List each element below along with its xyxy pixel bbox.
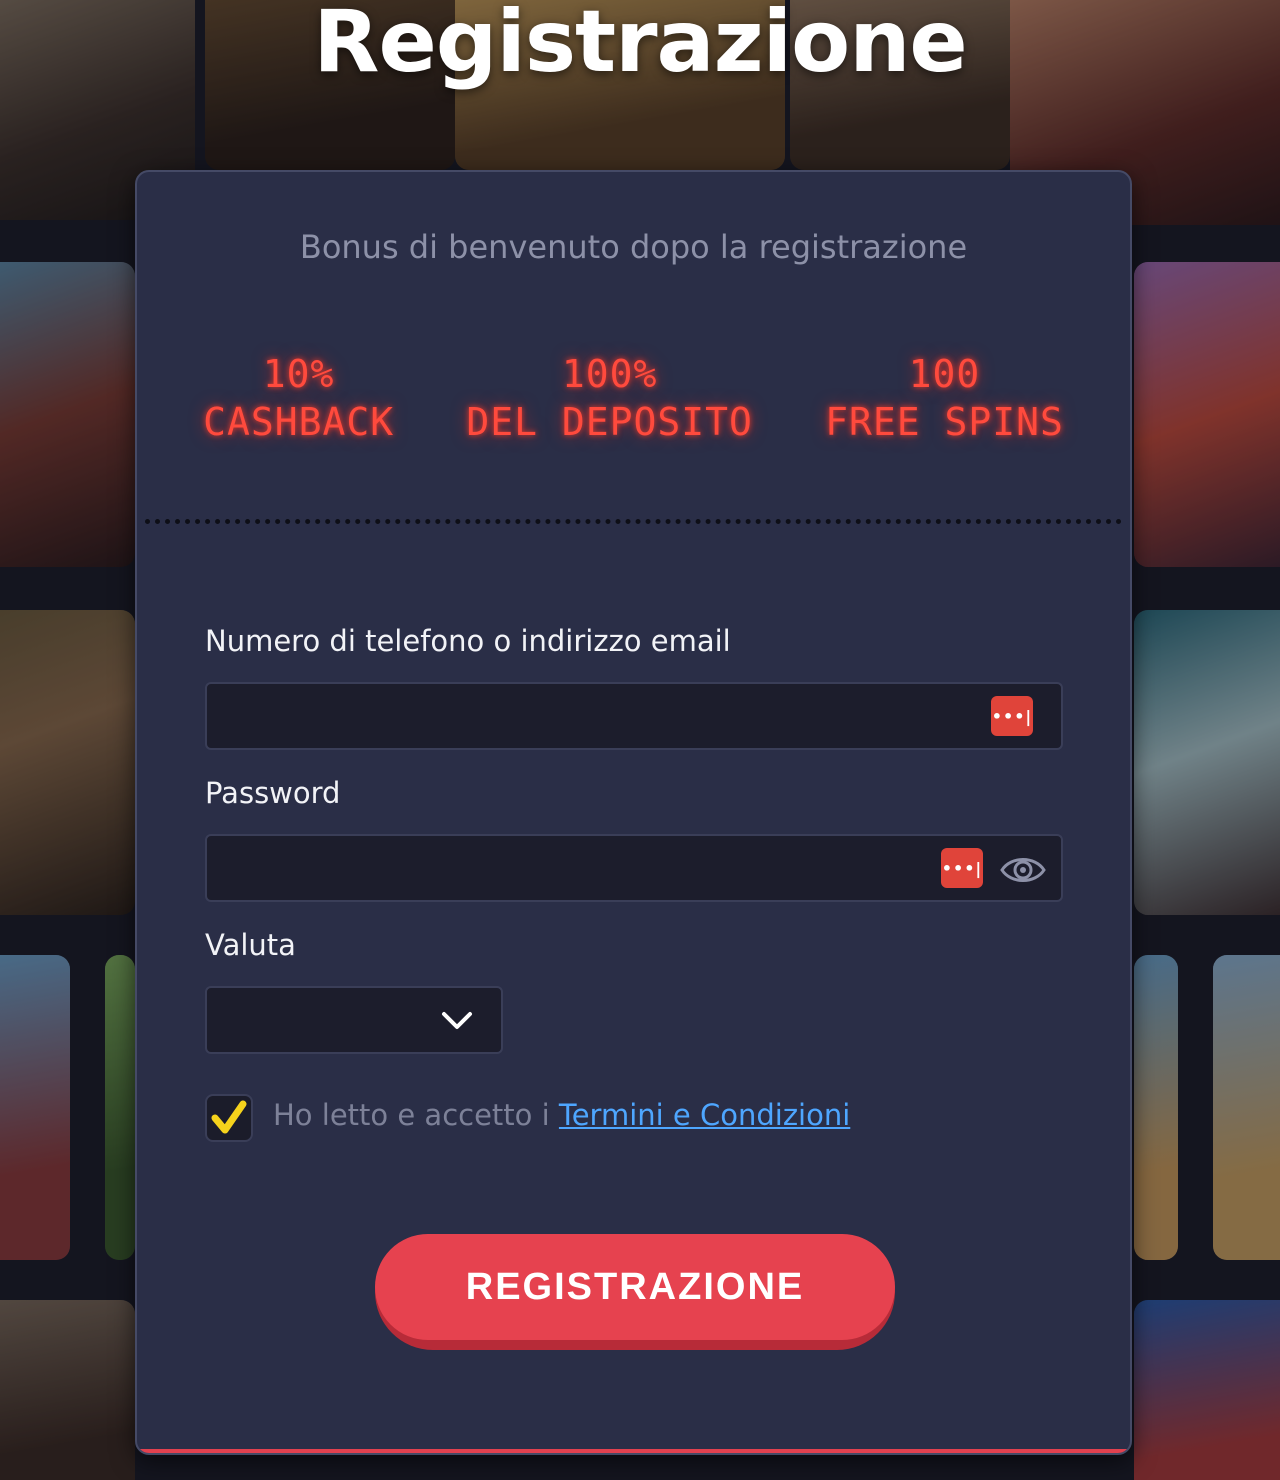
terms-conditions-link[interactable]: Termini e Condizioni <box>559 1098 850 1132</box>
dotted-divider <box>145 519 1122 524</box>
bonus-intro-text: Bonus di benvenuto dopo la registrazione <box>299 228 968 266</box>
offer-deposit: 100% DEL DEPOSITO <box>466 350 753 446</box>
bonus-offers: 10% CASHBACK 100% DEL DEPOSITO 100 FREE … <box>137 350 1130 446</box>
offer-free-spins: 100 FREE SPINS <box>825 350 1064 446</box>
password-manager-icon[interactable]: •••| <box>941 848 983 888</box>
offer-cashback: 10% CASHBACK <box>203 350 394 446</box>
register-button[interactable]: REGISTRAZIONE <box>375 1234 895 1340</box>
show-password-eye-icon[interactable] <box>999 850 1047 890</box>
page-title: Registrazione <box>313 0 968 92</box>
registration-card: Bonus di benvenuto dopo la registrazione… <box>135 170 1132 1455</box>
terms-text: Ho letto e accetto i Termini e Condizion… <box>273 1098 850 1132</box>
offer-deposit-label: DEL DEPOSITO <box>466 400 753 444</box>
login-field-label: Numero di telefono o indirizzo email <box>205 624 731 658</box>
register-button-shadow: REGISTRAZIONE <box>375 1234 895 1350</box>
chevron-down-icon <box>442 1012 472 1029</box>
terms-checkbox[interactable] <box>205 1094 253 1142</box>
currency-field-label: Valuta <box>205 928 296 962</box>
terms-prefix: Ho letto e accetto i <box>273 1098 559 1132</box>
password-input[interactable]: •••| <box>205 834 1063 902</box>
checkmark-icon <box>211 1100 247 1134</box>
offer-free-spins-label: FREE SPINS <box>825 400 1064 444</box>
offer-cashback-label: CASHBACK <box>203 400 395 444</box>
password-field-label: Password <box>205 776 341 810</box>
card-bottom-accent <box>137 1449 1130 1453</box>
login-input[interactable]: •••| <box>205 682 1063 750</box>
offer-free-spins-value: 100 <box>908 352 981 396</box>
offer-deposit-value: 100% <box>561 352 658 396</box>
password-manager-icon[interactable]: •••| <box>991 696 1033 736</box>
offer-cashback-value: 10% <box>262 352 335 396</box>
currency-select[interactable] <box>205 986 503 1054</box>
